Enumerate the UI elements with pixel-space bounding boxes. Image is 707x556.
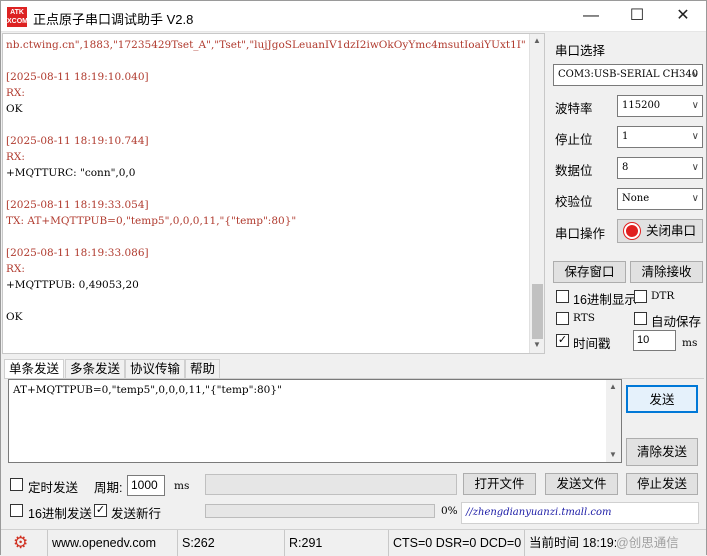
- receive-line: [6, 117, 526, 133]
- period-label: 周期:: [94, 481, 123, 495]
- close-icon[interactable]: ✕: [660, 1, 706, 32]
- save-window-button[interactable]: 保存窗口: [553, 261, 626, 283]
- store-link[interactable]: //zhengdianyuanzi.tmall.com: [461, 502, 699, 524]
- auto-save-label: 自动保存: [651, 315, 702, 329]
- timestamp-checkbox[interactable]: ✓: [556, 334, 569, 347]
- auto-save-checkbox[interactable]: [634, 312, 647, 325]
- receive-line: [6, 53, 526, 69]
- receive-line: RX:: [6, 263, 25, 275]
- received-count: R:291: [284, 530, 386, 556]
- send-input[interactable]: AT+MQTTPUB=0,"temp5",0,0,0,11,"{"temp":8…: [8, 379, 622, 463]
- dtr-label: DTR: [651, 290, 675, 302]
- send-progress-text: 0%: [441, 505, 458, 517]
- receive-line: TX: AT+MQTTPUB=0,"temp5",0,0,0,11,"{"tem…: [6, 215, 297, 227]
- watermark-text: @创思通信: [616, 536, 679, 550]
- app-logo-icon: ATK XCOM: [7, 7, 28, 27]
- maximize-icon[interactable]: ☐: [614, 1, 660, 32]
- hex-send-label: 16进制发送: [28, 507, 92, 521]
- receive-line: [6, 181, 526, 197]
- scroll-down-icon[interactable]: ▼: [533, 340, 541, 349]
- open-file-button[interactable]: 打开文件: [463, 473, 536, 495]
- stop-bits-select[interactable]: 1 ∨: [617, 126, 703, 148]
- current-time: 当前时间 18:19:: [524, 530, 616, 556]
- status-bar: ⚙ www.openedv.com S:262 R:291 CTS=0 DSR=…: [1, 529, 706, 556]
- period-unit: ms: [174, 480, 190, 492]
- receive-log: nb.ctwing.cn",1883,"17235429Tset_A","Tse…: [6, 37, 526, 325]
- scroll-thumb[interactable]: [532, 284, 543, 339]
- timestamp-unit: ms: [682, 337, 698, 349]
- app-window: ATK XCOM 正点原子串口调试助手 V2.8 — ☐ ✕ nb.ctwing.…: [0, 0, 707, 556]
- receive-area[interactable]: nb.ctwing.cn",1883,"17235429Tset_A","Tse…: [2, 33, 545, 354]
- clear-receive-button[interactable]: 清除接收: [630, 261, 703, 283]
- port-select[interactable]: COM3:USB-SERIAL CH340 ∨: [553, 64, 703, 86]
- port-op-label: 串口操作: [555, 227, 606, 241]
- receive-line: +MQTTPUB: 0,49053,20: [6, 279, 139, 291]
- receive-line: [6, 293, 526, 309]
- send-progress-bar: [205, 504, 435, 518]
- scroll-up-icon[interactable]: ▲: [533, 36, 541, 45]
- dtr-checkbox[interactable]: [634, 290, 647, 303]
- baud-select[interactable]: 115200 ∨: [617, 95, 703, 117]
- period-input[interactable]: 1000: [127, 475, 165, 496]
- parity-label: 校验位: [555, 195, 593, 209]
- clear-send-button[interactable]: 清除发送: [626, 438, 698, 466]
- port-label: 串口选择: [555, 44, 606, 58]
- rts-checkbox[interactable]: [556, 312, 569, 325]
- chevron-down-icon: ∨: [691, 162, 699, 173]
- receive-line: [2025-08-11 18:19:10.744]: [6, 135, 149, 147]
- rts-label: RTS: [573, 312, 595, 324]
- tab-single-send[interactable]: 单条发送: [4, 359, 65, 379]
- baud-label: 波特率: [555, 102, 593, 116]
- send-newline-checkbox[interactable]: ✓: [94, 504, 107, 517]
- tab-help[interactable]: 帮助: [185, 359, 221, 379]
- receive-line: [2025-08-11 18:19:33.086]: [6, 247, 149, 259]
- line-status: CTS=0 DSR=0 DCD=0: [388, 530, 521, 556]
- hex-display-label: 16进制显示: [573, 293, 637, 307]
- tab-multi-send[interactable]: 多条发送: [65, 359, 126, 379]
- chevron-down-icon: ∨: [691, 131, 699, 142]
- receive-scrollbar[interactable]: ▲ ▼: [529, 34, 544, 353]
- parity-select[interactable]: None ∨: [617, 188, 703, 210]
- window-title: 正点原子串口调试助手 V2.8: [33, 12, 194, 27]
- receive-line: OK: [6, 103, 23, 115]
- timestamp-input[interactable]: 10: [633, 330, 676, 351]
- port-status-icon: [624, 223, 640, 239]
- receive-line: nb.ctwing.cn",1883,"17235429Tset_A","Tse…: [6, 39, 526, 51]
- stop-bits-label: 停止位: [555, 133, 593, 147]
- receive-line: [2025-08-11 18:19:10.040]: [6, 71, 149, 83]
- send-scrollbar[interactable]: ▲ ▼: [606, 380, 621, 462]
- receive-line: RX:: [6, 151, 25, 163]
- receive-line: +MQTTURC: "conn",0,0: [6, 167, 136, 179]
- title-bar: ATK XCOM 正点原子串口调试助手 V2.8 — ☐ ✕: [1, 1, 706, 32]
- receive-line: [2025-08-11 18:19:33.054]: [6, 199, 149, 211]
- gear-icon[interactable]: ⚙: [13, 534, 31, 552]
- chevron-down-icon: ∨: [691, 193, 699, 204]
- file-path-field[interactable]: [205, 474, 457, 495]
- scroll-down-icon[interactable]: ▼: [609, 450, 617, 459]
- hex-send-checkbox[interactable]: [10, 504, 23, 517]
- timestamp-label: 时间戳: [573, 337, 611, 351]
- chevron-down-icon: ∨: [691, 69, 699, 80]
- close-port-button[interactable]: 关闭串口: [617, 219, 703, 243]
- sent-count: S:262: [177, 530, 281, 556]
- timed-send-label: 定时发送: [28, 481, 79, 495]
- receive-line: OK: [6, 311, 23, 323]
- send-newline-label: 发送新行: [111, 507, 162, 521]
- receive-line: RX:: [6, 87, 25, 99]
- scroll-up-icon[interactable]: ▲: [609, 382, 617, 391]
- data-bits-select[interactable]: 8 ∨: [617, 157, 703, 179]
- website-link[interactable]: www.openedv.com: [47, 530, 175, 556]
- timed-send-checkbox[interactable]: [10, 478, 23, 491]
- minimize-icon[interactable]: —: [568, 1, 614, 32]
- data-bits-label: 数据位: [555, 164, 593, 178]
- stop-send-button[interactable]: 停止发送: [626, 473, 698, 495]
- hex-display-checkbox[interactable]: [556, 290, 569, 303]
- send-button[interactable]: 发送: [626, 385, 698, 413]
- receive-line: [6, 229, 526, 245]
- send-file-button[interactable]: 发送文件: [545, 473, 618, 495]
- send-text: AT+MQTTPUB=0,"temp5",0,0,0,11,"{"temp":8…: [13, 384, 282, 396]
- tab-protocol[interactable]: 协议传输: [125, 359, 186, 379]
- chevron-down-icon: ∨: [691, 100, 699, 111]
